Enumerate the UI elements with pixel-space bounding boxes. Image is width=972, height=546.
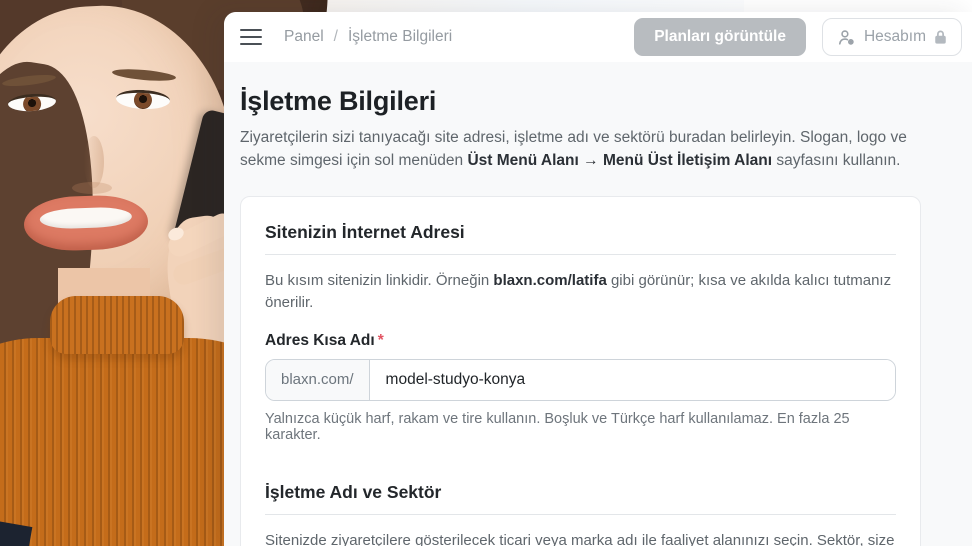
site-address-description: Bu kısım sitenizin linkidir. Örneğin bla… [265, 270, 896, 315]
example-url: blaxn.com/latifa [493, 272, 606, 289]
short-address-input[interactable] [370, 360, 895, 400]
menu-toggle-icon[interactable] [240, 29, 262, 45]
short-address-input-group: blaxn.com/ [265, 359, 896, 401]
breadcrumb: Panel / İşletme Bilgileri [284, 28, 452, 46]
section-divider [265, 254, 896, 255]
nose-shape [84, 136, 104, 188]
view-plans-button[interactable]: Planları görüntüle [634, 18, 806, 56]
required-asterisk: * [378, 332, 384, 349]
user-gear-icon [837, 28, 856, 47]
account-button-label: Hesabım [864, 28, 926, 46]
page-content: İşletme Bilgileri Ziyaretçilerin sizi ta… [224, 62, 972, 546]
short-address-helper: Yalnızca küçük harf, rakam ve tire kulla… [265, 411, 896, 443]
page-title: İşletme Bilgileri [240, 86, 956, 117]
desc-text: Bu kısım sitenizin linkidir. Örneğin [265, 272, 493, 289]
url-prefix-addon: blaxn.com/ [266, 360, 370, 400]
nose-tip-shape [72, 182, 112, 194]
arrow-right-glyph: → [579, 152, 603, 169]
page-intro: Ziyaretçilerin sizi tanıyacağı site adre… [240, 126, 930, 173]
business-name-description: Sitenizde ziyaretçilere gösterilecek tic… [265, 530, 896, 546]
intro-text-end: sayfasını kullanın. [772, 152, 900, 169]
breadcrumb-item-current: İşletme Bilgileri [348, 28, 452, 46]
iris-left [22, 94, 41, 112]
breadcrumb-separator: / [334, 28, 338, 46]
topbar: Panel / İşletme Bilgileri Planları görün… [224, 12, 972, 62]
section-divider [265, 514, 896, 515]
lock-icon [934, 30, 947, 44]
section-heading-site-address: Sitenizin İnternet Adresi [265, 222, 896, 243]
intro-menu-path-2: Menü Üst İletişim Alanı [603, 152, 772, 169]
account-button[interactable]: Hesabım [822, 18, 962, 56]
intro-menu-path-1: Üst Menü Alanı [467, 152, 578, 169]
breadcrumb-item-panel[interactable]: Panel [284, 28, 324, 46]
settings-card: Sitenizin İnternet Adresi Bu kısım siten… [240, 196, 921, 546]
turtleneck-collar [50, 296, 184, 354]
short-address-label: Adres Kısa Adı* [265, 332, 896, 350]
section-heading-business-name: İşletme Adı ve Sektör [265, 482, 896, 503]
iris-right [134, 91, 153, 110]
teeth-shape [40, 206, 133, 229]
short-address-label-text: Adres Kısa Adı [265, 332, 375, 349]
admin-panel: Panel / İşletme Bilgileri Planları görün… [224, 12, 972, 546]
